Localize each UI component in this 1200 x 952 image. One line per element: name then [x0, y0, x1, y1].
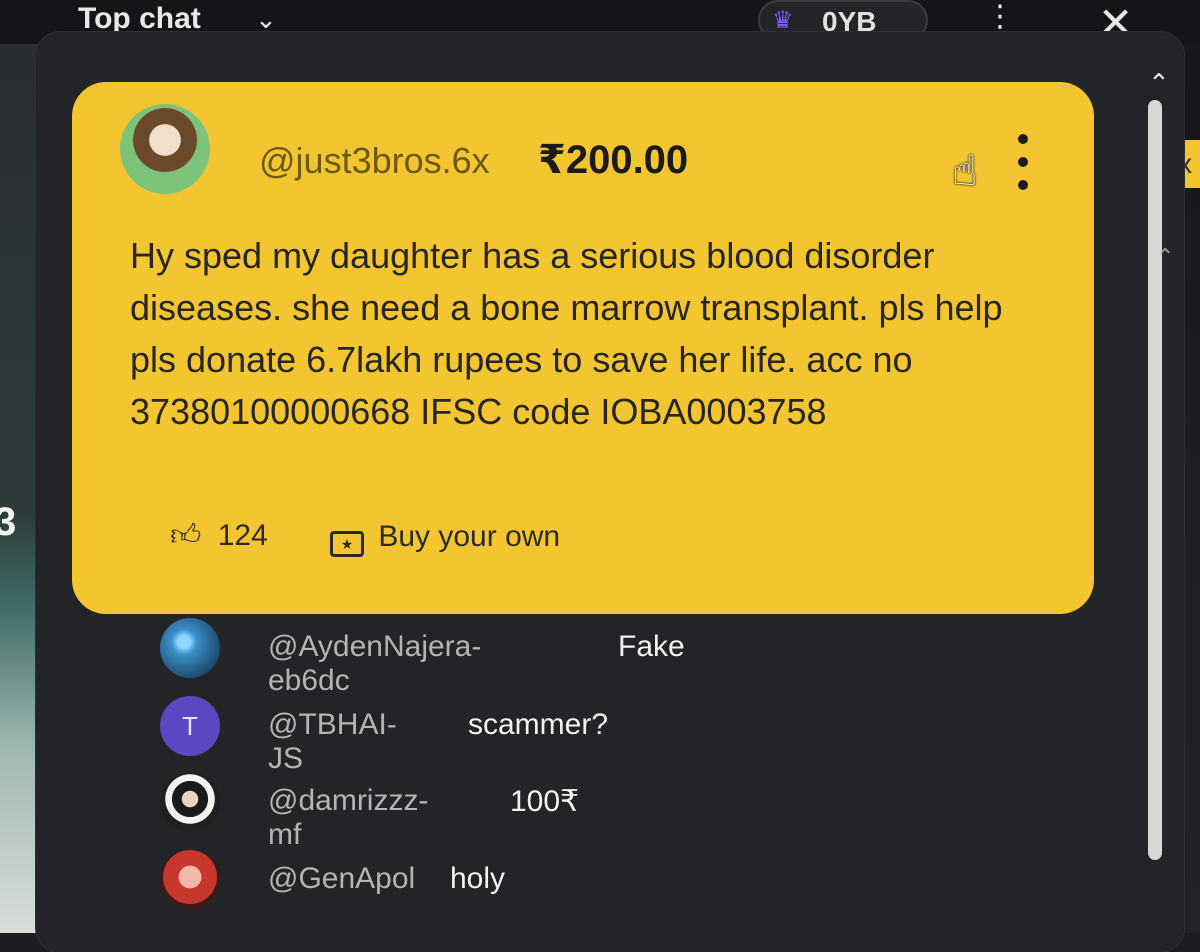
chevron-down-icon[interactable]: ⌄ — [255, 4, 277, 35]
thumbs-up-icon: 👍︎ — [170, 519, 202, 552]
chat-author[interactable]: @AydenNajera-eb6dc — [268, 630, 481, 698]
super-chat-message: Hy sped my daughter has a serious blood … — [130, 235, 1003, 432]
buy-your-own-button[interactable]: ★ Buy your own — [330, 520, 561, 557]
buy-your-own-label: Buy your own — [378, 520, 561, 553]
chat-message: 100₹ — [510, 785, 580, 818]
avatar[interactable] — [120, 104, 210, 194]
background-digit: 3 — [0, 500, 17, 544]
avatar[interactable] — [160, 850, 220, 910]
chat-mode-title[interactable]: Top chat — [78, 2, 201, 36]
background-left — [0, 0, 40, 933]
chat-author[interactable]: @GenApol — [268, 862, 415, 896]
more-options-icon[interactable] — [1016, 134, 1030, 203]
chat-message: Fake — [618, 630, 685, 663]
crown-icon: ♛ — [772, 7, 794, 34]
chat-message: scammer? — [468, 708, 609, 741]
avatar[interactable] — [160, 772, 220, 832]
chat-message: holy — [450, 862, 506, 895]
chat-author[interactable]: @TBHAI-JS — [268, 708, 397, 776]
scrollbar-thumb[interactable] — [1148, 100, 1162, 860]
scroll-up-icon[interactable]: ⌃ — [1148, 68, 1170, 99]
like-count: 124 — [217, 519, 268, 552]
more-vert-icon[interactable]: ⋮ — [985, 2, 1015, 32]
super-chat-card: @just3bros.6x ₹200.00 ☝ Hy sped my daugh… — [72, 82, 1094, 614]
super-chat-amount: ₹200.00 — [538, 138, 689, 182]
avatar[interactable] — [160, 618, 220, 678]
super-chat-author[interactable]: @just3bros.6x — [259, 140, 490, 182]
hand-pointer-icon: ☝ — [952, 147, 978, 194]
avatar[interactable]: T — [160, 696, 220, 756]
star-message-icon: ★ — [330, 531, 364, 557]
chat-author[interactable]: @damrizzz-mf — [268, 784, 428, 852]
like-button[interactable]: 👍︎ 124 — [170, 518, 268, 554]
chevron-up-icon[interactable]: ⌃ — [1156, 244, 1174, 270]
